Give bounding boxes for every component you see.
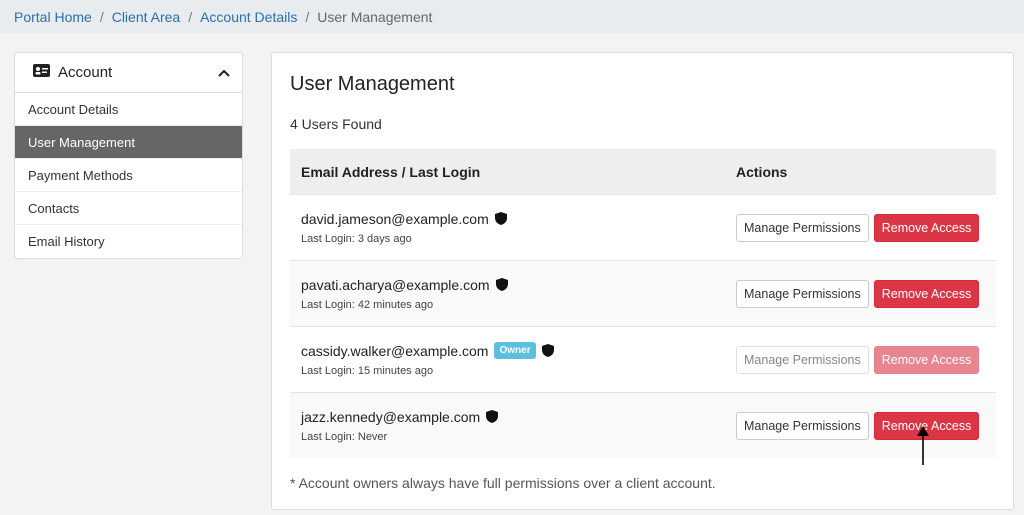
last-login: Last Login: 3 days ago: [301, 232, 412, 245]
shield-icon: [541, 344, 554, 357]
chevron-up-icon[interactable]: [218, 64, 230, 81]
sidebar-item-label: Account Details: [28, 101, 119, 117]
sidebar-item-user-management[interactable]: User Management: [15, 126, 242, 159]
breadcrumb-client-area[interactable]: Client Area: [112, 9, 180, 25]
breadcrumb-account-details[interactable]: Account Details: [200, 9, 297, 25]
sidebar-item-email-history[interactable]: Email History: [15, 225, 242, 258]
last-login: Last Login: 15 minutes ago: [301, 365, 434, 377]
page-title: User Management: [290, 73, 455, 95]
breadcrumb-separator: /: [99, 8, 104, 25]
table-header: Email Address / Last Login Actions: [290, 149, 996, 194]
breadcrumb-separator: /: [188, 8, 193, 25]
table-row: david.jameson@example.com Last Login: 3 …: [290, 194, 996, 260]
column-header-email: Email Address / Last Login: [301, 163, 481, 180]
sidebar-header-account[interactable]: Account: [15, 53, 242, 93]
sidebar-item-label: Email History: [28, 234, 105, 249]
breadcrumb-separator: /: [305, 8, 310, 25]
shield-icon: [495, 278, 508, 291]
owner-footnote: * Account owners always have full permis…: [290, 475, 716, 491]
user-email: pavati.acharya@example.com: [301, 276, 490, 293]
last-login: Last Login: Never: [301, 430, 388, 443]
column-header-actions: Actions: [736, 163, 788, 180]
sidebar-item-label: User Management: [28, 134, 135, 150]
manage-permissions-button: Manage Permissions: [736, 345, 869, 374]
pointer-arrow-icon: [917, 426, 929, 465]
breadcrumb: Portal Home / Client Area / Account Deta…: [0, 0, 1024, 33]
sidebar-item-label: Payment Methods: [28, 167, 133, 183]
sidebar-item-account-details[interactable]: Account Details: [15, 93, 242, 126]
users-found-count: 4 Users Found: [290, 116, 382, 132]
users-table: Email Address / Last Login Actions david…: [290, 149, 996, 458]
user-email: david.jameson@example.com: [301, 210, 489, 227]
sidebar: Account Account Details User Management …: [14, 52, 243, 259]
manage-permissions-button[interactable]: Manage Permissions: [736, 279, 869, 308]
sidebar-header-label: Account: [58, 64, 113, 81]
user-management-panel: User Management 4 Users Found Email Addr…: [271, 52, 1014, 510]
manage-permissions-button[interactable]: Manage Permissions: [736, 213, 869, 242]
table-row: pavati.acharya@example.com Last Login: 4…: [290, 260, 996, 326]
shield-icon: [494, 212, 507, 225]
sidebar-item-payment-methods[interactable]: Payment Methods: [15, 159, 242, 192]
sidebar-item-label: Contacts: [28, 200, 80, 216]
breadcrumb-portal-home[interactable]: Portal Home: [14, 9, 92, 25]
last-login: Last Login: 42 minutes ago: [301, 298, 434, 311]
shield-icon: [486, 410, 499, 423]
id-card-icon: [33, 64, 50, 81]
remove-access-button[interactable]: Remove Access: [873, 279, 980, 308]
remove-access-button: Remove Access: [873, 345, 980, 374]
user-email: jazz.kennedy@example.com: [301, 408, 481, 425]
table-row: cassidy.walker@example.com Owner Last Lo…: [290, 326, 996, 392]
owner-badge: Owner: [494, 342, 536, 359]
user-email: cassidy.walker@example.com: [301, 342, 489, 359]
table-row: jazz.kennedy@example.com Last Login: Nev…: [290, 392, 996, 458]
breadcrumb-current: User Management: [317, 8, 433, 25]
manage-permissions-button[interactable]: Manage Permissions: [736, 411, 869, 440]
sidebar-item-contacts[interactable]: Contacts: [15, 192, 242, 225]
remove-access-button[interactable]: Remove Access: [873, 213, 980, 242]
